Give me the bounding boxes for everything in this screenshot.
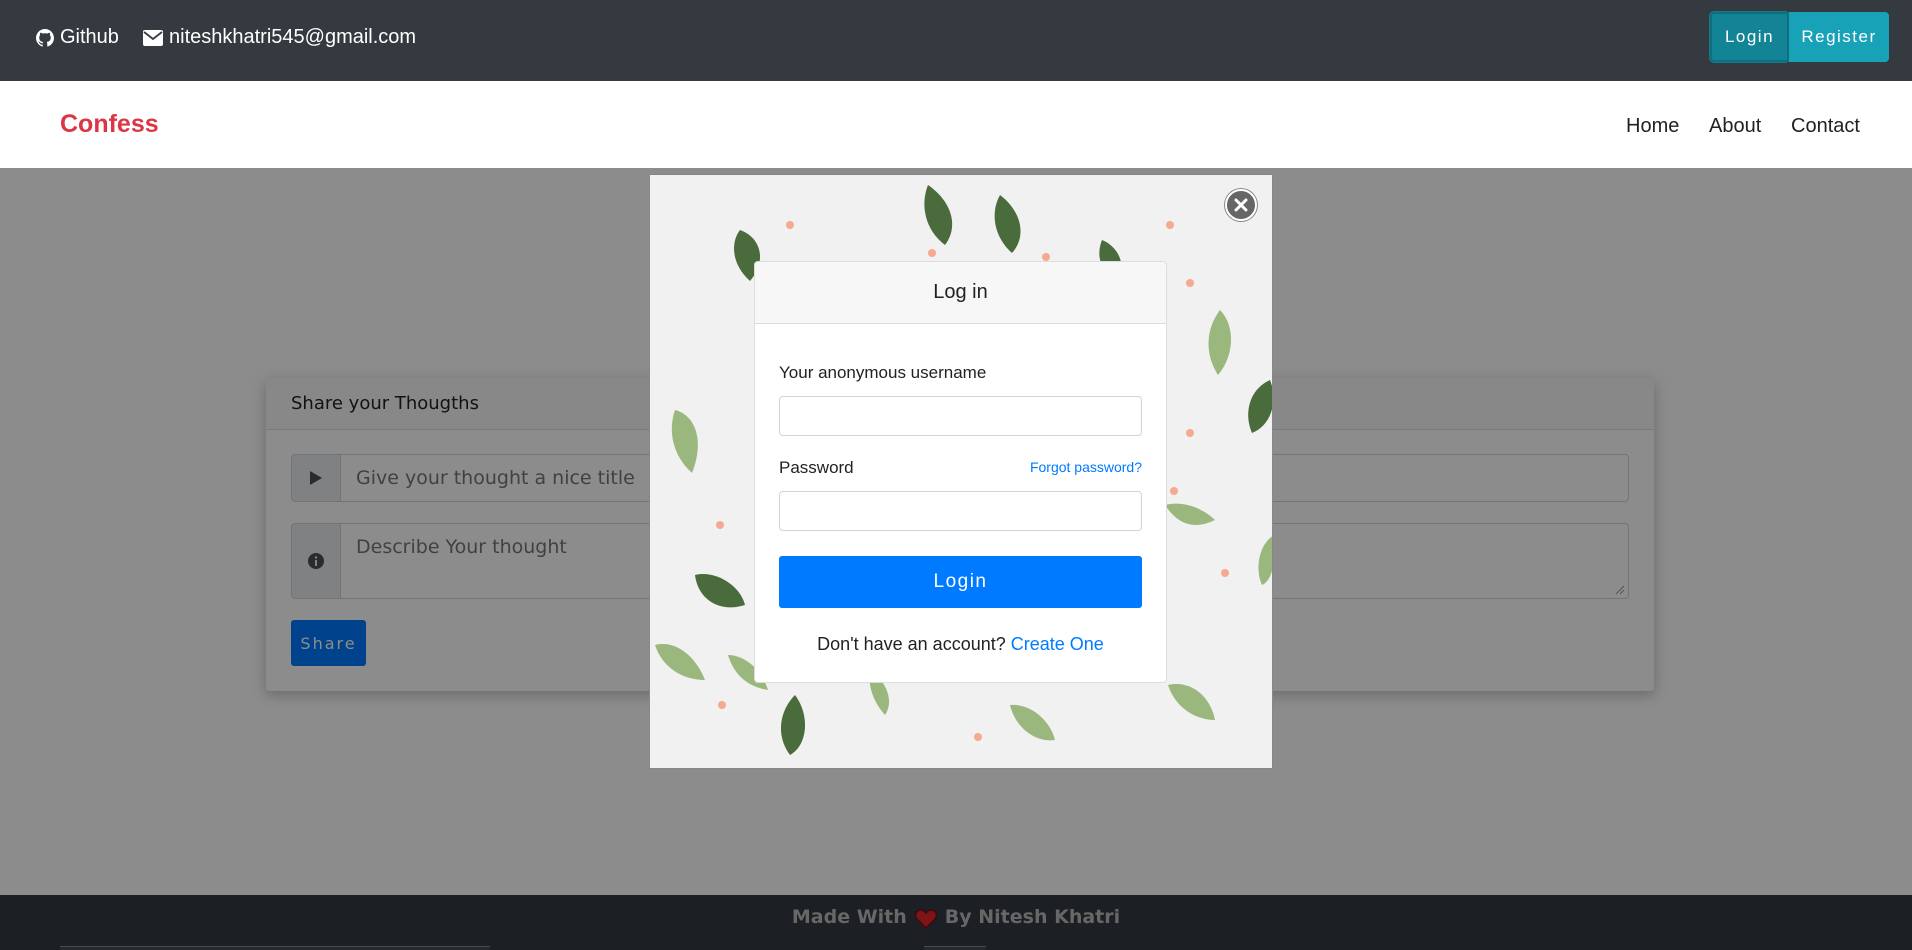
close-icon	[1234, 198, 1248, 212]
email-link[interactable]: niteshkhatri545@gmail.com	[143, 26, 416, 49]
github-link[interactable]: Github	[36, 26, 119, 49]
username-label: Your anonymous username	[779, 363, 987, 382]
password-label: Password	[779, 458, 854, 477]
navbar: Confess Home About Contact	[0, 81, 1912, 168]
nav-home[interactable]: Home	[1626, 115, 1679, 138]
login-title: Log in	[755, 262, 1166, 324]
forgot-password-link[interactable]: Forgot password?	[1030, 459, 1142, 475]
login-modal: Log in Your anonymous username Password …	[649, 174, 1273, 769]
github-label: Github	[60, 26, 119, 48]
username-input[interactable]	[779, 396, 1142, 436]
login-submit-button[interactable]: Login	[779, 556, 1142, 608]
email-label: niteshkhatri545@gmail.com	[169, 26, 417, 48]
login-card: Log in Your anonymous username Password …	[754, 261, 1167, 683]
create-account-link[interactable]: Create One	[1011, 634, 1104, 654]
top-register-button[interactable]: Register	[1789, 12, 1889, 62]
close-modal-button[interactable]	[1225, 189, 1257, 221]
envelope-icon	[143, 29, 163, 46]
signup-prompt: Don't have an account? Create One	[755, 634, 1166, 655]
top-login-button[interactable]: Login	[1710, 12, 1789, 62]
github-icon	[36, 28, 54, 47]
nav-about[interactable]: About	[1709, 115, 1761, 138]
nav-contact[interactable]: Contact	[1791, 115, 1860, 138]
top-bar: Github niteshkhatri545@gmail.com Login R…	[0, 0, 1912, 81]
brand-logo[interactable]: Confess	[60, 110, 159, 139]
password-input[interactable]	[779, 491, 1142, 531]
no-account-text: Don't have an account?	[817, 634, 1006, 654]
